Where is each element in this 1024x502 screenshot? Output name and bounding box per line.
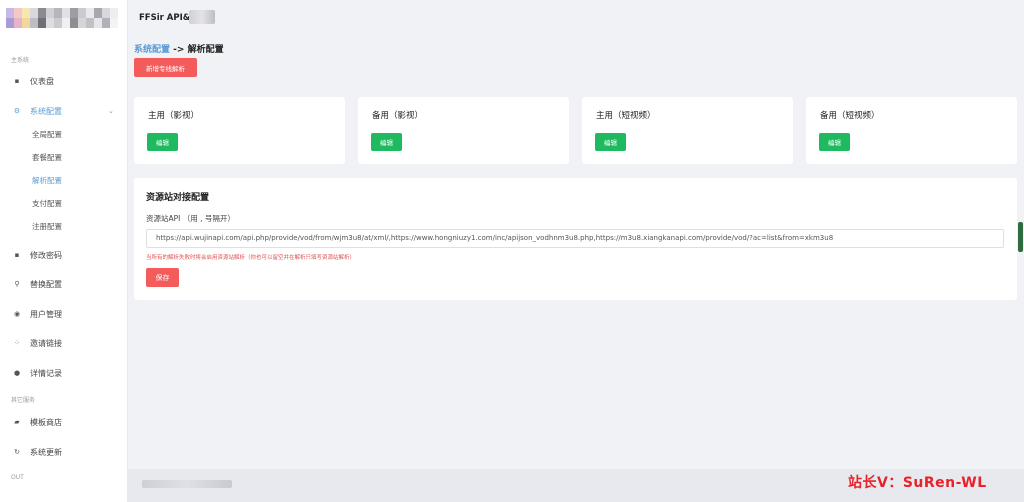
card-backup-short-video: 备用（短视频） 编辑 <box>806 97 1017 164</box>
sidebar-item-label: 模板商店 <box>30 417 62 427</box>
section-label-other: 其它服务 <box>11 397 36 404</box>
edit-button[interactable]: 编辑 <box>371 133 402 151</box>
resource-api-input[interactable]: https://api.wujinapi.com/api.php/provide… <box>146 229 1004 248</box>
sidebar-item-change-password[interactable]: ▪ 修改密码 <box>0 245 127 265</box>
sidebar-item-label: 邀请链接 <box>30 338 62 348</box>
section-label-out: OUT <box>11 474 24 481</box>
card-title: 主用（影视） <box>148 111 200 121</box>
card-backup-video: 备用（影视） 编辑 <box>358 97 569 164</box>
breadcrumb: 系统配置 -> 解析配置 <box>134 42 224 55</box>
edit-button[interactable]: 编辑 <box>595 133 626 151</box>
app-title: FFSir API& <box>139 13 191 23</box>
sidebar-item-label: 修改密码 <box>30 250 62 260</box>
watermark-text: 站长V：SuRen-WL <box>848 475 987 491</box>
card-primary-video: 主用（影视） 编辑 <box>134 97 345 164</box>
breadcrumb-parent-link[interactable]: 系统配置 <box>134 45 170 55</box>
resource-config-panel: 资源站对接配置 资源站API （用 , 号隔开） https://api.wuj… <box>134 178 1017 300</box>
footer-blur <box>142 480 232 488</box>
edit-button[interactable]: 编辑 <box>819 133 850 151</box>
user-icon: ◉ <box>13 310 21 318</box>
sidebar-item-user-management[interactable]: ◉ 用户管理 <box>0 304 127 324</box>
refresh-icon: ↻ <box>14 448 20 456</box>
invite-icon: ⁘ <box>14 339 20 347</box>
card-title: 备用（短视频） <box>820 111 880 121</box>
sidebar-item-label: 仪表盘 <box>30 76 54 86</box>
api-field-label: 资源站API （用 , 号隔开） <box>146 214 235 223</box>
logo <box>6 8 118 28</box>
sidebar-subitem-payment-config[interactable]: 支付配置 <box>32 198 62 209</box>
sidebar-subitem-plan-config[interactable]: 套餐配置 <box>32 152 62 163</box>
sidebar-item-label: 系统更新 <box>30 447 62 457</box>
card-title: 主用（短视频） <box>596 111 656 121</box>
search-icon: ⚲ <box>14 280 20 288</box>
add-parse-line-button[interactable]: 新增专线解析 <box>134 58 197 77</box>
api-hint-text: 当所有的解析失败时将会启用资源站解析（你也可以留空并在解析只填写资源站解析） <box>146 255 356 261</box>
scrollbar-thumb[interactable] <box>1018 222 1023 252</box>
sidebar-item-system-update[interactable]: ↻ 系统更新 <box>0 442 127 462</box>
sidebar-item-dashboard[interactable]: ▪ 仪表盘 <box>0 71 127 91</box>
title-blur <box>189 10 215 24</box>
sidebar-item-label: 详情记录 <box>30 368 62 378</box>
sidebar-item-label: 替换配置 <box>30 279 62 289</box>
sidebar-subitem-global-config[interactable]: 全局配置 <box>32 129 62 140</box>
gear-icon: ⚙ <box>13 107 21 115</box>
sidebar-subitem-parse-config[interactable]: 解析配置 <box>32 175 62 186</box>
shop-icon: ▰ <box>14 418 20 426</box>
card-title: 备用（影视） <box>372 111 424 121</box>
sidebar-item-replace-config[interactable]: ⚲ 替换配置 <box>0 274 127 294</box>
sidebar-item-detail-records[interactable]: ● 详情记录 <box>0 363 127 383</box>
sidebar-item-template-shop[interactable]: ▰ 模板商店 <box>0 412 127 432</box>
sidebar-item-system-config[interactable]: ⚙ 系统配置 ⌄ <box>0 101 127 121</box>
section-label-main: 主系统 <box>11 57 30 64</box>
key-icon: ▪ <box>14 251 20 259</box>
panel-title: 资源站对接配置 <box>146 193 210 203</box>
breadcrumb-arrow: -> <box>170 45 188 55</box>
sidebar-item-invite-link[interactable]: ⁘ 邀请链接 <box>0 333 127 353</box>
card-primary-short-video: 主用（短视频） 编辑 <box>582 97 793 164</box>
sidebar-item-label: 用户管理 <box>30 309 62 319</box>
sidebar: 主系统 ▪ 仪表盘 ⚙ 系统配置 ⌄ 全局配置 套餐配置 解析配置 支付配置 注… <box>0 0 128 502</box>
edit-button[interactable]: 编辑 <box>147 133 178 151</box>
chevron-down-icon: ⌄ <box>108 107 114 115</box>
sidebar-item-label: 系统配置 <box>30 106 62 116</box>
sidebar-subitem-register-config[interactable]: 注册配置 <box>32 221 62 232</box>
breadcrumb-current: 解析配置 <box>187 45 224 55</box>
dashboard-icon: ▪ <box>14 77 20 85</box>
dot-icon: ● <box>13 369 21 377</box>
save-button[interactable]: 保存 <box>146 268 179 287</box>
